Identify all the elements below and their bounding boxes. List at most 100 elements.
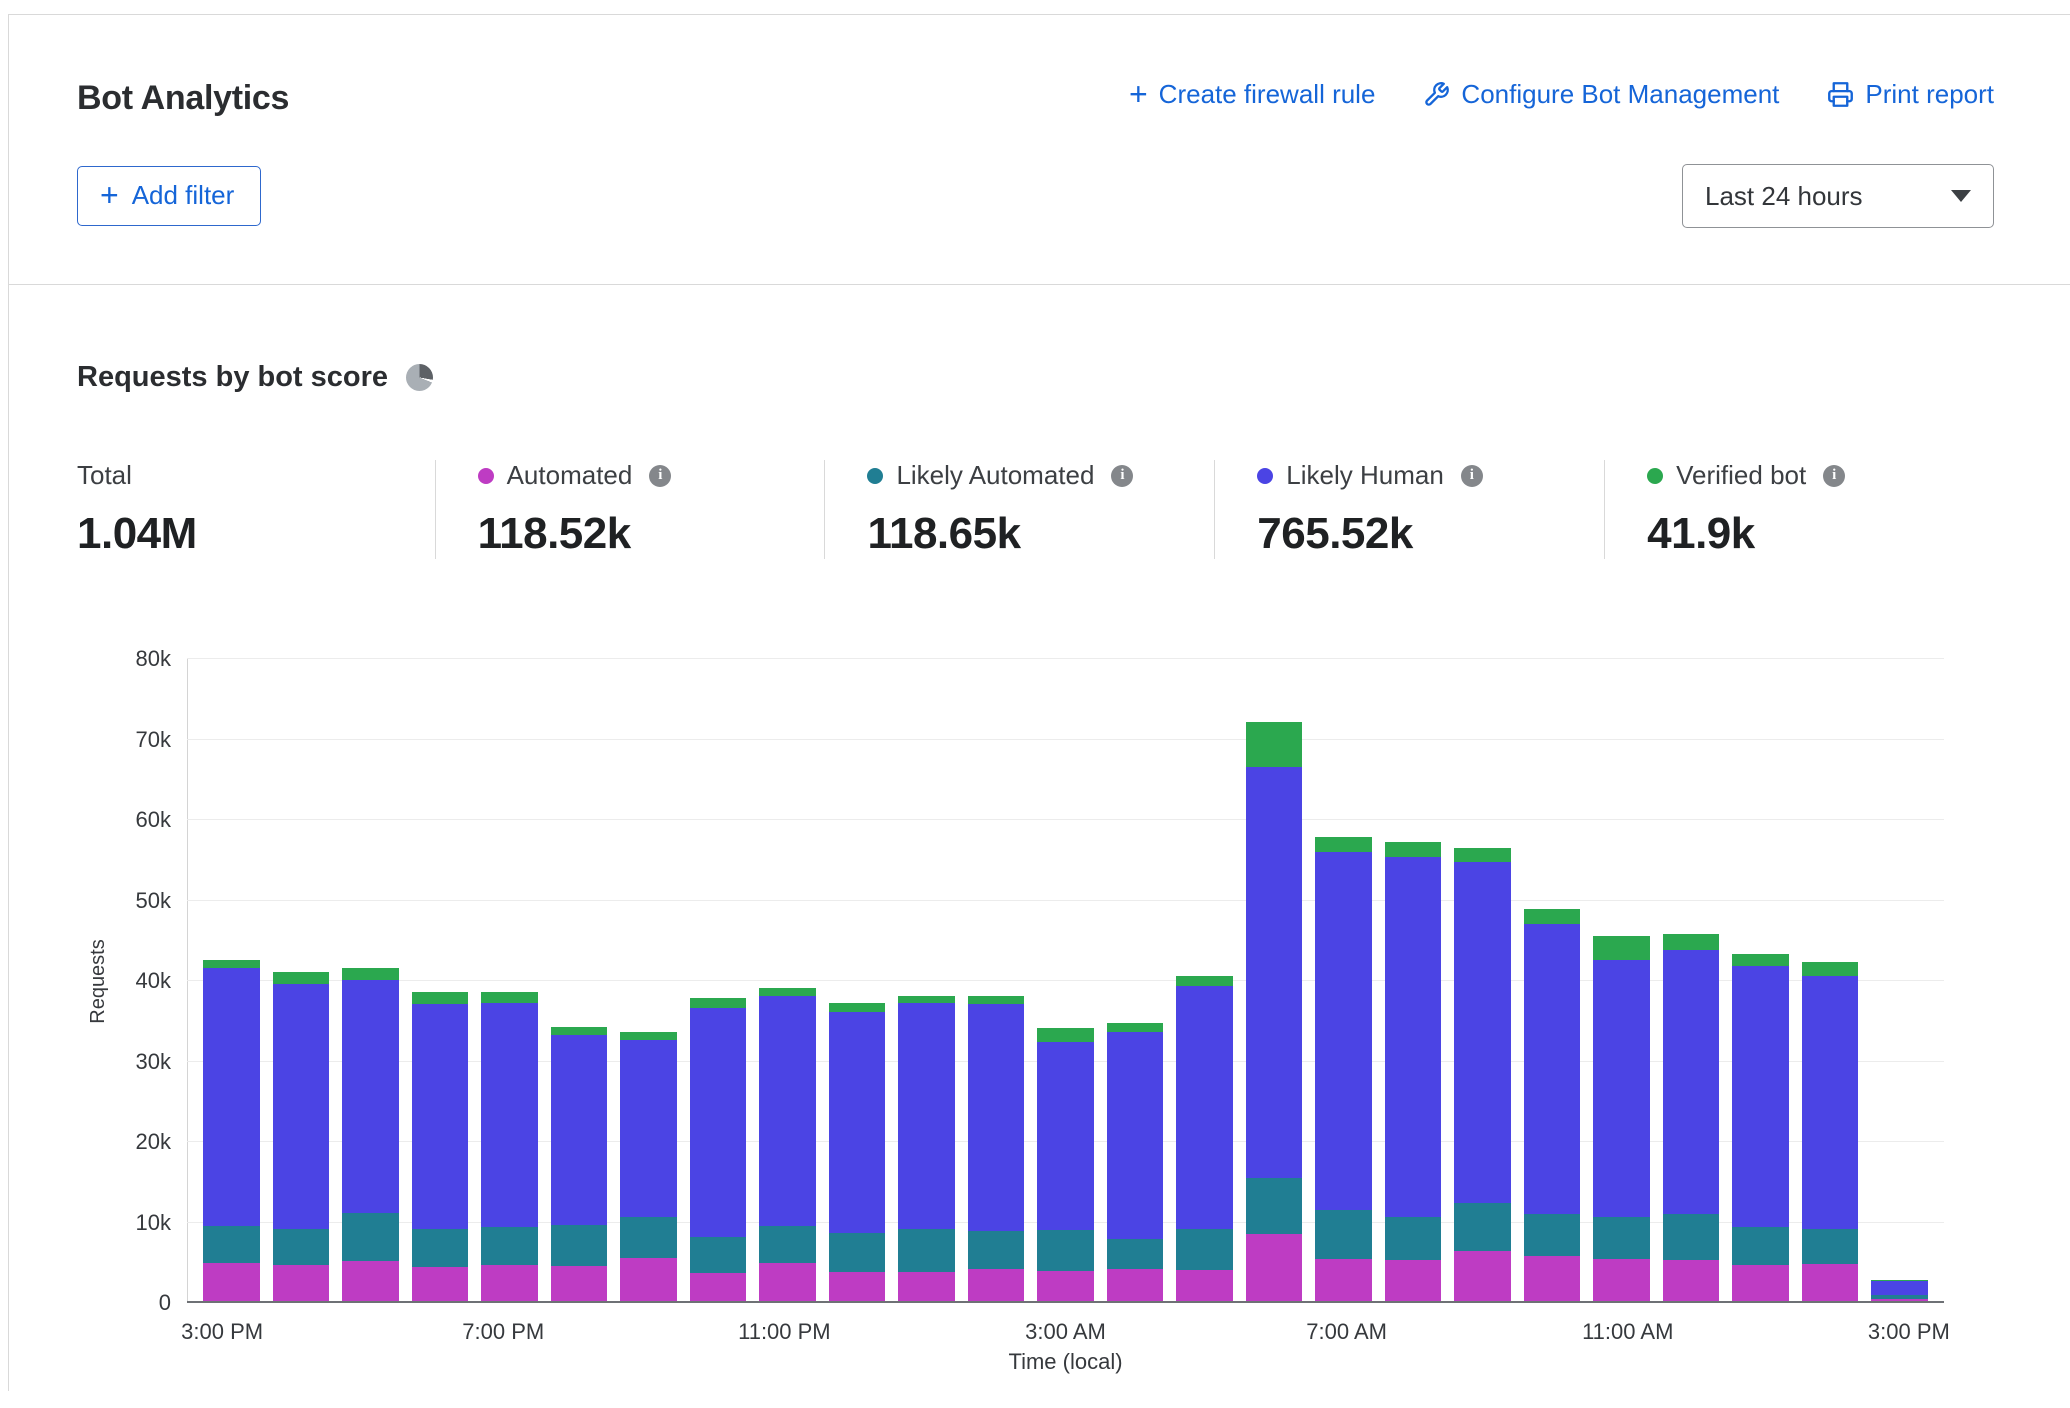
time-range-select[interactable]: Last 24 hours bbox=[1682, 164, 1994, 228]
chart-bar-14[interactable] bbox=[1176, 659, 1233, 1301]
stats-row: Total1.04MAutomatedi118.52kLikely Automa… bbox=[77, 460, 1994, 559]
chevron-down-icon bbox=[1951, 190, 1971, 202]
y-tick-label: 40k bbox=[136, 968, 171, 994]
chart-bar-17[interactable] bbox=[1385, 659, 1442, 1301]
verified-bot-segment bbox=[1593, 936, 1650, 960]
chart-bar-13[interactable] bbox=[1107, 659, 1164, 1301]
likely-automated-segment bbox=[1037, 1230, 1094, 1270]
info-icon[interactable]: i bbox=[1461, 465, 1483, 487]
info-icon[interactable]: i bbox=[649, 465, 671, 487]
likely-human-segment bbox=[620, 1040, 677, 1217]
chart-bar-15[interactable] bbox=[1246, 659, 1303, 1301]
verified-bot-segment bbox=[1315, 837, 1372, 851]
chart-bar-19[interactable] bbox=[1524, 659, 1581, 1301]
page-title: Bot Analytics bbox=[77, 79, 289, 118]
x-axis-labels: 3:00 PM7:00 PM11:00 PM3:00 AM7:00 AM11:0… bbox=[187, 1303, 1944, 1343]
likely-automated-segment bbox=[1732, 1227, 1789, 1265]
action-configure-bot-management[interactable]: Configure Bot Management bbox=[1423, 79, 1779, 110]
stat-label: Likely Humani bbox=[1257, 460, 1604, 491]
chart-bar-10[interactable] bbox=[898, 659, 955, 1301]
stat-label: Automatedi bbox=[478, 460, 825, 491]
automated-segment bbox=[1385, 1260, 1442, 1301]
y-tick-label: 0 bbox=[159, 1290, 171, 1316]
stat-verified-bot: Verified boti41.9k bbox=[1604, 460, 1994, 559]
verified-bot-segment bbox=[968, 996, 1025, 1004]
y-axis-title: Requests bbox=[83, 659, 113, 1303]
chart-bar-11[interactable] bbox=[968, 659, 1025, 1301]
likely-human-segment bbox=[690, 1008, 747, 1237]
chart-bar-22[interactable] bbox=[1732, 659, 1789, 1301]
verified-bot-segment bbox=[1802, 962, 1859, 976]
verified-bot-segment bbox=[1732, 954, 1789, 967]
likely-human-segment bbox=[1663, 950, 1720, 1214]
chart-bar-12[interactable] bbox=[1037, 659, 1094, 1301]
chart-bar-20[interactable] bbox=[1593, 659, 1650, 1301]
automated-segment bbox=[898, 1272, 955, 1301]
chart-bar-23[interactable] bbox=[1802, 659, 1859, 1301]
stat-label-text: Verified bot bbox=[1676, 460, 1806, 491]
add-filter-label: Add filter bbox=[132, 180, 235, 211]
info-icon[interactable]: i bbox=[1111, 465, 1133, 487]
verified-bot-segment bbox=[620, 1032, 677, 1040]
legend-dot bbox=[478, 468, 494, 484]
likely-human-segment bbox=[1315, 852, 1372, 1211]
stat-value: 118.65k bbox=[867, 509, 1214, 559]
likely-human-segment bbox=[203, 968, 260, 1226]
automated-segment bbox=[1315, 1259, 1372, 1301]
likely-automated-segment bbox=[1593, 1217, 1650, 1260]
likely-human-segment bbox=[412, 1004, 469, 1229]
add-filter-button[interactable]: + Add filter bbox=[77, 166, 261, 226]
plus-icon: + bbox=[1129, 82, 1148, 108]
wrench-icon bbox=[1423, 81, 1450, 108]
x-tick-label: 3:00 PM bbox=[181, 1319, 263, 1345]
chart-bar-16[interactable] bbox=[1315, 659, 1372, 1301]
automated-segment bbox=[1732, 1265, 1789, 1301]
action-label: Configure Bot Management bbox=[1461, 79, 1779, 110]
likely-automated-segment bbox=[481, 1227, 538, 1265]
x-tick-label: 3:00 AM bbox=[1025, 1319, 1106, 1345]
automated-segment bbox=[342, 1261, 399, 1301]
chart-bar-21[interactable] bbox=[1663, 659, 1720, 1301]
action-print-report[interactable]: Print report bbox=[1827, 79, 1994, 110]
likely-automated-segment bbox=[1663, 1214, 1720, 1261]
chart-bar-18[interactable] bbox=[1454, 659, 1511, 1301]
verified-bot-segment bbox=[481, 992, 538, 1002]
chart-bar-9[interactable] bbox=[829, 659, 886, 1301]
y-tick-label: 60k bbox=[136, 807, 171, 833]
chart-bar-4[interactable] bbox=[481, 659, 538, 1301]
stat-label: Verified bot i bbox=[1647, 460, 1994, 491]
verified-bot-segment bbox=[1385, 842, 1442, 857]
chart-bar-5[interactable] bbox=[551, 659, 608, 1301]
likely-automated-segment bbox=[759, 1226, 816, 1263]
chart-bar-2[interactable] bbox=[342, 659, 399, 1301]
y-tick-label: 20k bbox=[136, 1129, 171, 1155]
info-icon[interactable]: i bbox=[1823, 465, 1845, 487]
likely-automated-segment bbox=[1524, 1214, 1581, 1256]
automated-segment bbox=[551, 1266, 608, 1301]
chart-bar-7[interactable] bbox=[690, 659, 747, 1301]
likely-human-segment bbox=[481, 1003, 538, 1228]
chart-bar-1[interactable] bbox=[273, 659, 330, 1301]
automated-segment bbox=[1663, 1260, 1720, 1301]
chart-bar-6[interactable] bbox=[620, 659, 677, 1301]
stat-likely-automated: Likely Automatedi 118.65k bbox=[824, 460, 1214, 559]
likely-automated-segment bbox=[898, 1229, 955, 1272]
x-tick-label: 11:00 PM bbox=[738, 1319, 831, 1345]
chart-bar-8[interactable] bbox=[759, 659, 816, 1301]
verified-bot-segment bbox=[829, 1003, 886, 1013]
chart-bar-3[interactable] bbox=[412, 659, 469, 1301]
legend-dot bbox=[1257, 468, 1273, 484]
action-create-firewall-rule[interactable]: +Create firewall rule bbox=[1129, 79, 1375, 110]
bot-analytics-card: Bot Analytics +Create firewall rule Confi… bbox=[8, 14, 2070, 1391]
stat-value: 765.52k bbox=[1257, 509, 1604, 559]
chart-bar-24[interactable] bbox=[1871, 659, 1928, 1301]
likely-automated-segment bbox=[1315, 1210, 1372, 1259]
stat-automated: Automatedi118.52k bbox=[435, 460, 825, 559]
chart-bar-0[interactable] bbox=[203, 659, 260, 1301]
x-tick-label: 7:00 PM bbox=[462, 1319, 544, 1345]
automated-segment bbox=[1454, 1251, 1511, 1301]
stat-label: Likely Automatedi bbox=[867, 460, 1214, 491]
likely-human-segment bbox=[1385, 857, 1442, 1217]
likely-automated-segment bbox=[203, 1226, 260, 1263]
likely-automated-segment bbox=[968, 1231, 1025, 1269]
